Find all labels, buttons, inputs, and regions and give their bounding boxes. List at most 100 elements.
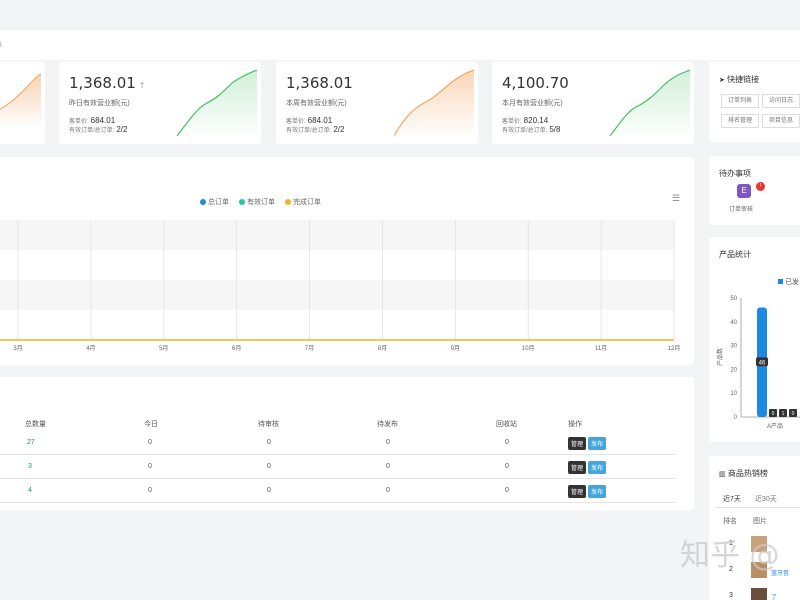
cell-today: 0 [148,439,152,446]
x-tick-label: 12月 [668,345,681,352]
orders-value: 2/2 [333,125,345,134]
bar-value-label: 46 [759,360,766,366]
publish-button[interactable]: 发布 [588,437,607,450]
cell-unpublished: 0 [386,487,390,494]
table-row: 27 0 0 0 0 管理 发布 [0,432,675,455]
table-row: 3 0 0 0 0 管理 发布 [0,456,675,479]
tabs-divider [715,507,800,508]
col-header: 总数量 [25,421,46,428]
tab-7days[interactable]: 近7天 [723,494,741,508]
cell-trash: 0 [505,439,509,446]
bar-small-label: 1 [782,411,785,417]
publish-button[interactable]: 发布 [588,485,607,498]
col-header: 操作 [568,421,582,428]
todo-title: 待办事项 [719,169,751,178]
order-chart: 3月 4月 5月 6月 7月 8月 9月 10月 11月 12月 [0,220,681,352]
col-rank: 排名 [723,518,737,525]
top-bar: i [0,30,800,60]
stat-card-0 [0,62,45,144]
cell-pending: 0 [267,487,271,494]
manage-button[interactable]: 管理 [568,485,587,498]
stat-value: 1,368.01 [69,74,136,92]
stat-label: 昨日有效营业额(元) [69,100,130,107]
bar-small-label: 0 [792,411,795,417]
cell-unpublished: 0 [386,439,390,446]
grid-band [0,310,674,340]
product-table-card: 总数量 今日 待审核 待发布 回收站 操作 27 0 0 0 0 管理 发布 3 … [0,377,694,510]
y-tick-label: 0 [734,415,738,421]
sparkline-0 [0,73,41,128]
order-review-icon: E [737,184,751,198]
y-tick-label: 20 [730,367,737,373]
manage-button[interactable]: 管理 [568,437,587,450]
quick-link-orders[interactable]: 订单列表 [721,94,759,108]
todo-card: 待办事项 E ! 订单审核 [709,156,800,225]
grid-band [0,220,674,250]
col-image: 图片 [753,518,767,525]
y-tick-label: 50 [730,296,737,302]
stat-card-yesterday: 1,368.01 ↑ 昨日有效营业额(元) 客单价: 684.01 有效订单/总订单… [59,62,261,144]
x-tick-label: 5月 [159,345,168,352]
sparkline-2 [394,69,474,138]
hot-sales-card: ▥ 商品热销榜 近7天 近30天 排名 图片 1 2 蓝牙音 3 了 [709,456,800,600]
avg-value: 684.01 [307,116,333,125]
cell-pending: 0 [267,463,271,470]
x-tick-label: 6月 [232,345,241,352]
col-header: 回收站 [496,421,517,428]
todo-item-label: 订单审核 [729,207,754,213]
product-chart: 50403020100产品数 460 1 0A产品 [716,296,800,430]
x-tick-label: 11月 [595,345,607,352]
stat-label: 本周有效营业额(元) [286,100,347,107]
table-row: 4 0 0 0 0 管理 发布 [0,480,675,503]
stat-value: 1,368.01 [286,74,353,92]
grid-band [0,250,674,280]
y-tick-label: 10 [730,391,737,397]
orders-label: 有效订单/总订单: [286,128,332,134]
quick-link-logs[interactable]: 访问日志 [762,94,800,108]
x-category-label: A产品 [767,422,783,430]
rank: 3 [729,592,733,599]
y-tick-label: 30 [730,344,737,350]
grid-band [0,280,674,310]
cell-trash: 0 [505,487,509,494]
stat-label: 本月有效营业额(元) [502,100,563,107]
manage-button[interactable]: 管理 [568,461,587,474]
list-item[interactable]: 3 了 [709,588,800,600]
avg-value: 684.01 [90,116,116,125]
quick-link-project[interactable]: 项目信息 [762,114,800,128]
orders-label: 有效订单/总订单: [502,128,548,134]
breadcrumb: i [0,40,2,49]
quick-links-title: 快捷链接 [727,75,760,84]
quick-links-card: ➤ 快捷链接 订单列表 访问日志 排名管理 项目信息 [709,62,800,142]
cell-total[interactable]: 4 [28,487,32,494]
product-stats-card: 产品统计 已发 50 40 30 20 10 0 产品数 46 0 1 0 A产品 [709,237,800,442]
cell-total[interactable]: 27 [27,439,35,446]
product-thumb [751,588,767,600]
cell-total[interactable]: 3 [28,463,32,470]
stat-card-month: 4,100.70 本月有效营业额(元) 客单价: 820.14 有效订单/总订单:… [492,62,694,144]
tab-30days[interactable]: 近30天 [755,494,777,504]
bar-chart-icon: ▥ [719,471,726,478]
product-name[interactable]: 了 [771,592,777,600]
send-icon: ➤ [719,77,725,84]
x-tick-label: 4月 [86,345,95,352]
cell-pending: 0 [267,439,271,446]
publish-button[interactable]: 发布 [588,461,607,474]
x-tick-label: 3月 [13,345,22,352]
orders-value: 5/8 [549,125,561,134]
x-tick-label: 9月 [451,345,460,352]
todo-order-review[interactable]: E ! 订单审核 [729,182,769,220]
cell-trash: 0 [505,463,509,470]
cell-today: 0 [148,463,152,470]
col-header: 待审核 [258,421,279,428]
orders-value: 2/2 [116,125,128,134]
x-tick-label: 7月 [305,345,314,352]
watermark: 知乎 @ [680,538,780,573]
stat-value: 4,100.70 [502,74,569,92]
avg-value: 820.14 [523,116,549,125]
sparkline-3 [610,69,690,138]
bar-small-label: 0 [772,411,775,417]
quick-link-ranking[interactable]: 排名管理 [721,114,759,128]
col-header: 待发布 [377,421,398,428]
y-tick-label: 40 [730,320,737,326]
